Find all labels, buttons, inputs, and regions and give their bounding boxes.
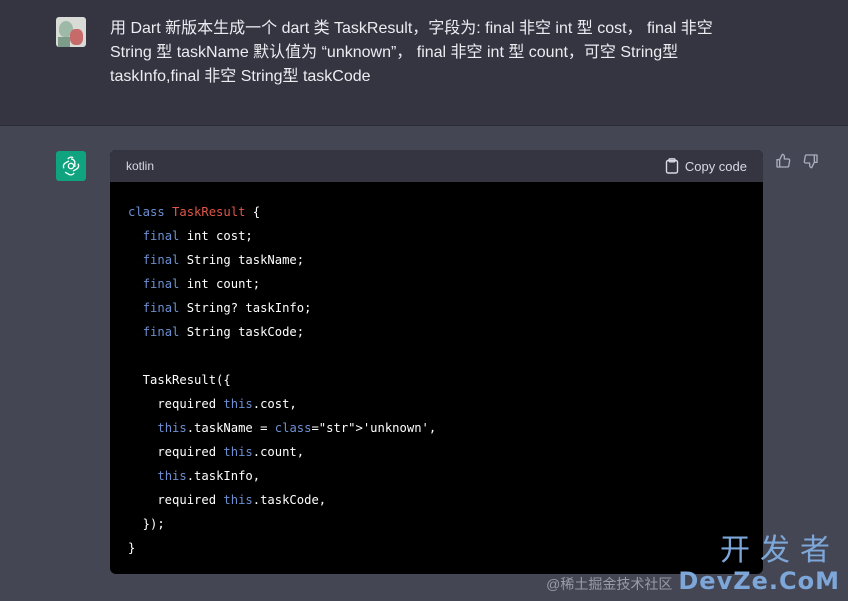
watermark-handle: @稀土掘金技术社区 bbox=[546, 576, 673, 592]
code-language-label: kotlin bbox=[126, 159, 155, 173]
code-line: final String taskCode; bbox=[142, 325, 305, 339]
user-avatar bbox=[56, 17, 86, 47]
thumbs-up-button[interactable] bbox=[774, 152, 792, 170]
copy-code-label: Copy code bbox=[684, 158, 747, 174]
watermark-chinese: 开发者 bbox=[720, 533, 840, 568]
clipboard-icon bbox=[665, 158, 679, 174]
code-line: class TaskResult { bbox=[128, 205, 261, 219]
code-line: required this.taskCode, bbox=[128, 493, 327, 507]
code-content: class TaskResult { final int cost; final… bbox=[110, 182, 763, 560]
copy-code-button[interactable]: Copy code bbox=[665, 158, 747, 174]
thumbs-down-icon bbox=[803, 154, 818, 169]
thumbs-up-icon bbox=[776, 153, 791, 168]
code-line: final int count; bbox=[142, 277, 261, 291]
user-message: 用 Dart 新版本生成一个 dart 类 TaskResult，字段为: fi… bbox=[0, 0, 848, 126]
code-block: kotlin Copy code class TaskResult { fina… bbox=[110, 150, 763, 574]
code-line: ​ bbox=[128, 344, 747, 368]
openai-logo-icon bbox=[56, 151, 86, 181]
watermark-site: DevZe.CoM bbox=[678, 567, 840, 595]
code-line: this.taskInfo, bbox=[157, 469, 261, 483]
user-message-line: String 型 taskName 默认值为 “unknown”， final … bbox=[110, 44, 679, 61]
code-line: }); bbox=[128, 517, 165, 531]
user-message-text: 用 Dart 新版本生成一个 dart 类 TaskResult，字段为: fi… bbox=[110, 17, 750, 89]
feedback-buttons bbox=[774, 152, 820, 170]
code-line: final String? taskInfo; bbox=[142, 301, 312, 315]
code-line: required this.cost, bbox=[128, 397, 297, 411]
code-line: final String taskName; bbox=[142, 253, 305, 267]
user-message-line: taskInfo,final 非空 String型 taskCode bbox=[110, 68, 371, 85]
code-line: TaskResult({ bbox=[128, 373, 231, 387]
user-message-line: 用 Dart 新版本生成一个 dart 类 TaskResult，字段为: fi… bbox=[110, 20, 713, 37]
thumbs-down-button[interactable] bbox=[802, 152, 820, 170]
code-line: final int cost; bbox=[142, 229, 253, 243]
watermark: 开发者 @稀土掘金技术社区 DevZe.CoM bbox=[546, 533, 840, 596]
code-line: required this.count, bbox=[128, 445, 305, 459]
code-block-header: kotlin Copy code bbox=[110, 150, 763, 182]
code-line: this.taskName = class="str">'unknown', bbox=[157, 421, 437, 435]
